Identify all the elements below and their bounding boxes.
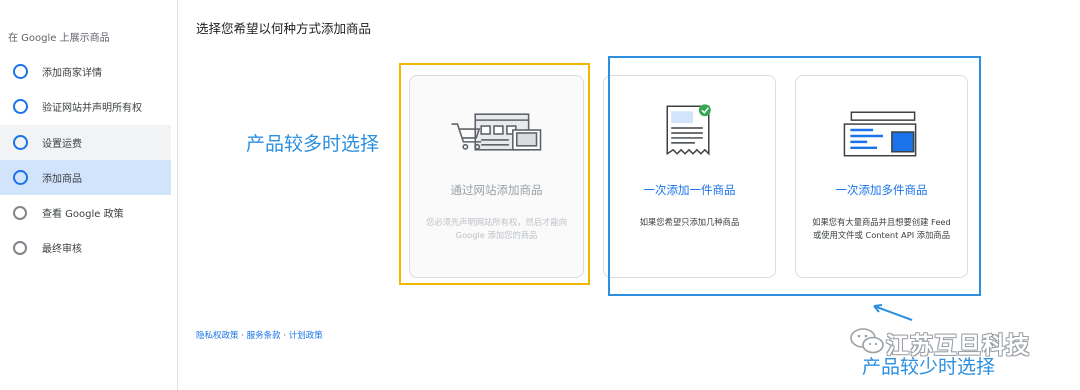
footer-separator: · [280, 331, 289, 341]
sidebar-step-shipping[interactable]: 设置运费 [0, 125, 171, 160]
step-circle-icon [13, 240, 27, 255]
step-circle-icon [13, 135, 28, 150]
sidebar-step-google-policies[interactable]: 查看 Google 政策 [0, 195, 171, 230]
step-circle-icon [13, 99, 28, 114]
step-label: 添加商家详情 [42, 68, 102, 79]
highlight-box-website [399, 63, 590, 285]
privacy-policy-link[interactable]: 隐私权政策 [196, 331, 239, 341]
sidebar-step-merchant-details[interactable]: 添加商家详情 [0, 54, 171, 89]
step-label: 最终审核 [42, 244, 82, 255]
program-policies-link[interactable]: 计划政策 [289, 331, 323, 341]
step-label: 添加商品 [42, 174, 82, 185]
annotation-few-products: 产品较少时选择 [862, 356, 996, 378]
sidebar-step-final-review[interactable]: 最终审核 [0, 230, 171, 265]
highlight-box-manual [608, 56, 981, 296]
footer-separator: · [238, 331, 247, 341]
step-label: 验证网站并声明所有权 [42, 103, 142, 114]
sidebar: 在 Google 上展示商品 添加商家详情 验证网站并声明所有权 设置运费 添加… [0, 0, 178, 390]
step-circle-icon [13, 205, 27, 220]
step-label: 设置运费 [42, 139, 82, 150]
footer-links: 隐私权政策 · 服务条款 · 计划政策 [196, 329, 323, 341]
step-circle-icon [13, 170, 28, 185]
sidebar-step-add-products[interactable]: 添加商品 [0, 160, 171, 195]
sidebar-title: 在 Google 上展示商品 [8, 33, 110, 44]
step-circle-icon [13, 64, 28, 79]
terms-of-service-link[interactable]: 服务条款 [247, 331, 281, 341]
page-title: 选择您希望以何种方式添加商品 [196, 21, 372, 36]
step-label: 查看 Google 政策 [42, 209, 124, 220]
sidebar-step-verify-website[interactable]: 验证网站并声明所有权 [0, 89, 171, 124]
arrow-icon [873, 304, 913, 321]
annotation-many-products: 产品较多时选择 [246, 133, 380, 155]
